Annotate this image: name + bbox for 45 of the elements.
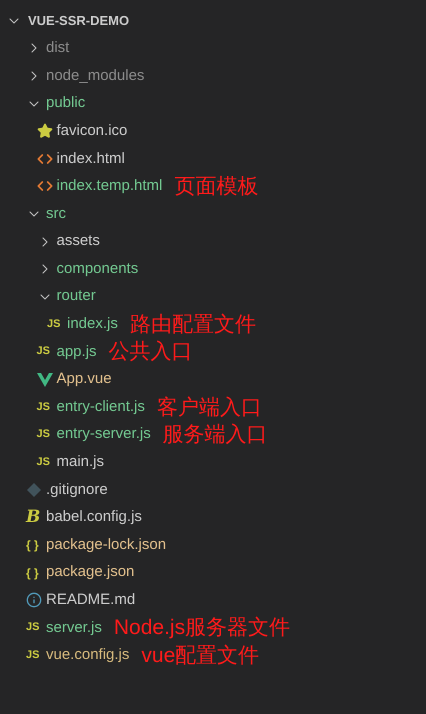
js-icon: JS: [36, 456, 52, 468]
js-icon: JS: [36, 429, 52, 440]
js-icon: JS: [36, 346, 52, 358]
braces-icon: { }: [26, 539, 42, 552]
js-icon: JS: [26, 622, 42, 634]
annotation: 客户端入口: [156, 396, 262, 418]
folder-name[interactable]: src: [46, 202, 66, 226]
file-name[interactable]: vue.config.js: [46, 644, 130, 667]
file-name[interactable]: main.js: [56, 451, 104, 474]
file-name[interactable]: favicon.ico: [56, 120, 128, 142]
file-name[interactable]: entry-server.js: [56, 423, 151, 446]
file-name[interactable]: README.md: [46, 589, 136, 612]
file-name[interactable]: index.html: [56, 148, 125, 170]
annotation: 公共入口: [108, 341, 193, 362]
file-name[interactable]: .gitignore: [46, 478, 108, 502]
folder-name[interactable]: dist: [46, 37, 70, 60]
file-name[interactable]: package-lock.json: [46, 534, 166, 556]
file-name[interactable]: entry-client.js: [56, 396, 145, 418]
project-title[interactable]: VUE-SSR-DEMO: [28, 11, 130, 31]
file-name[interactable]: index.temp.html: [56, 175, 162, 198]
vue-icon: [36, 372, 52, 387]
file-name[interactable]: server.js: [46, 616, 102, 640]
annotation: Node.js服务器文件: [114, 617, 290, 638]
braces-icon: { }: [26, 566, 42, 579]
annotation: 路由配置文件: [130, 314, 256, 335]
folder-name[interactable]: router: [56, 285, 96, 308]
annotation: 服务端入口: [162, 424, 268, 446]
annotation: 页面模板: [174, 176, 258, 197]
info-icon: [26, 592, 42, 608]
js-icon: JS: [26, 650, 42, 661]
file-name[interactable]: app.js: [56, 340, 97, 364]
annotation: vue配置文件: [141, 644, 260, 666]
file-name[interactable]: index.js: [67, 313, 118, 336]
file-name[interactable]: App.vue: [56, 368, 112, 391]
file-name[interactable]: package.json: [46, 561, 134, 584]
folder-name[interactable]: node_modules: [46, 64, 144, 88]
folder-name[interactable]: public: [46, 92, 86, 115]
babel-icon: B: [26, 508, 42, 526]
star-icon: [36, 123, 52, 140]
folder-name[interactable]: components: [56, 258, 138, 280]
folder-name[interactable]: assets: [56, 230, 100, 253]
diamond-icon: [27, 482, 41, 497]
file-name[interactable]: babel.config.js: [46, 506, 142, 529]
js-icon: JS: [36, 402, 52, 413]
js-icon: JS: [47, 318, 63, 330]
